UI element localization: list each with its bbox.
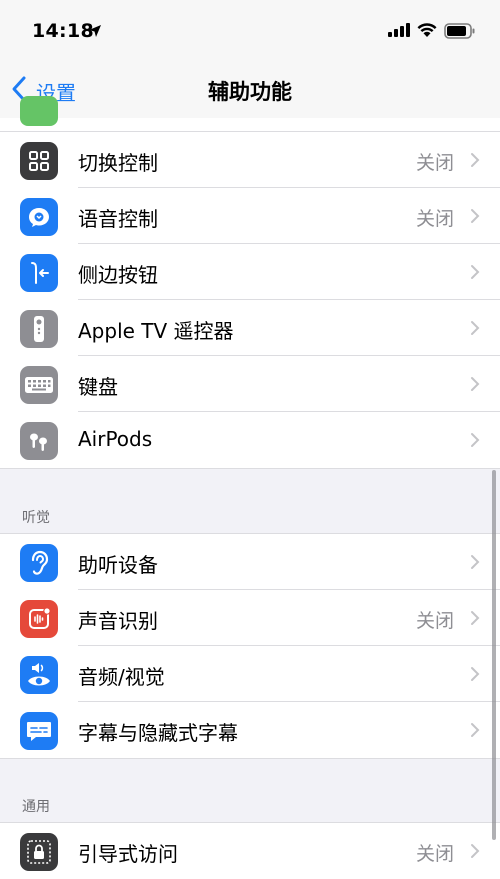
previous-row-peek — [0, 96, 500, 132]
row-label: 键盘 — [78, 375, 118, 399]
section-header-hearing: 听觉 — [22, 510, 50, 526]
remote-icon — [20, 310, 58, 348]
row-airpods[interactable]: AirPods — [0, 412, 500, 468]
row-guided-access[interactable]: 引导式访问 关闭 — [0, 823, 500, 879]
chevron-right-icon — [471, 321, 480, 335]
subtitles-icon — [20, 712, 58, 750]
location-arrow-icon — [89, 25, 101, 37]
chevron-right-icon — [471, 844, 480, 858]
side-button-icon — [20, 254, 58, 292]
chevron-right-icon — [471, 723, 480, 737]
row-label: 助听设备 — [78, 553, 158, 577]
row-label: AirPods — [78, 427, 153, 451]
row-label: 侧边按钮 — [78, 263, 158, 287]
status-bar: 14:18 — [0, 0, 500, 62]
settings-group-interaction: 切换控制 关闭 语音控制 关闭 侧边按钮 Apple TV 遥控器 键盘 Air… — [0, 132, 500, 469]
row-apple-tv-remote[interactable]: Apple TV 遥控器 — [0, 300, 500, 356]
chevron-right-icon — [471, 611, 480, 625]
chevron-right-icon — [471, 433, 480, 447]
airpods-icon — [20, 422, 58, 460]
audio-visual-icon — [20, 656, 58, 694]
row-value: 关闭 — [415, 152, 454, 174]
section-header-general: 通用 — [22, 799, 50, 815]
status-time: 14:18 — [32, 20, 94, 42]
chevron-right-icon — [471, 153, 480, 167]
chevron-right-icon — [471, 265, 480, 279]
battery-icon — [444, 23, 475, 39]
row-value: 关闭 — [415, 208, 454, 230]
chevron-right-icon — [471, 377, 480, 391]
row-label: Apple TV 遥控器 — [78, 319, 234, 343]
row-keyboard[interactable]: 键盘 — [0, 356, 500, 412]
row-label: 音频/视觉 — [78, 665, 165, 689]
chevron-right-icon — [471, 209, 480, 223]
scroll-indicator[interactable] — [492, 470, 496, 840]
row-label: 字幕与隐藏式字幕 — [78, 721, 238, 745]
sound-recognition-icon — [20, 600, 58, 638]
row-audio-visual[interactable]: 音频/视觉 — [0, 646, 500, 702]
row-hearing-devices[interactable]: 助听设备 — [0, 534, 500, 590]
row-switch-control[interactable]: 切换控制 关闭 — [0, 132, 500, 188]
row-label: 声音识别 — [78, 609, 158, 633]
row-subtitles-captions[interactable]: 字幕与隐藏式字幕 — [0, 702, 500, 758]
page-title: 辅助功能 — [208, 80, 292, 104]
row-label: 切换控制 — [78, 151, 158, 175]
navigation-bar: 设置 辅助功能 — [0, 62, 500, 119]
row-value: 关闭 — [415, 610, 454, 632]
chevron-right-icon — [471, 555, 480, 569]
row-side-button[interactable]: 侧边按钮 — [0, 244, 500, 300]
row-label: 引导式访问 — [78, 842, 178, 866]
cellular-signal-icon — [388, 23, 410, 37]
guided-access-icon — [20, 833, 58, 871]
chevron-right-icon — [471, 667, 480, 681]
partial-icon — [20, 96, 58, 126]
row-label: 语音控制 — [78, 207, 158, 231]
ear-icon — [20, 544, 58, 582]
keyboard-icon — [20, 366, 58, 404]
wifi-icon — [417, 23, 437, 37]
row-sound-recognition[interactable]: 声音识别 关闭 — [0, 590, 500, 646]
switch-control-icon — [20, 142, 58, 180]
voice-control-icon — [20, 198, 58, 236]
row-voice-control[interactable]: 语音控制 关闭 — [0, 188, 500, 244]
row-value: 关闭 — [415, 843, 454, 865]
settings-group-general: 引导式访问 关闭 — [0, 822, 500, 879]
settings-group-hearing: 助听设备 声音识别 关闭 音频/视觉 字幕与隐藏式字幕 — [0, 533, 500, 759]
